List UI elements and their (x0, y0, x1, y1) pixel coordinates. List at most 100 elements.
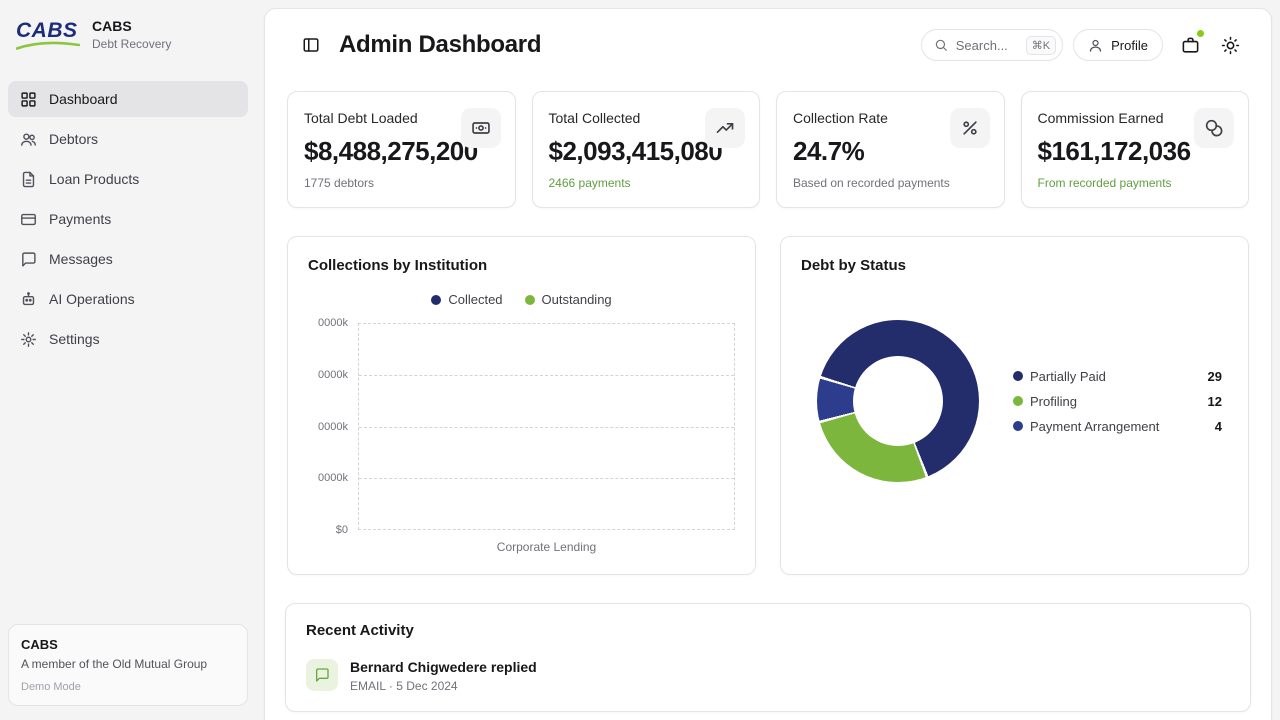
stat-icon-box (705, 108, 745, 148)
bar-chart: 0000k0000k0000k0000k$0 Corporate Lending (308, 323, 735, 554)
sidebar-footer-card: CABS A member of the Old Mutual Group De… (8, 624, 248, 706)
sidebar-item-label: AI Operations (49, 291, 135, 307)
donut-legend: Partially Paid 29 Profiling 12 Payment Arran… (1013, 369, 1222, 434)
charts-row: Collections by Institution Collected Outs… (285, 236, 1251, 575)
sidebar: CABS CABS Debt Recovery Dashboard Debtors… (0, 0, 256, 720)
coins-icon (1204, 118, 1224, 138)
sidebar-item-label: Debtors (49, 131, 98, 147)
y-axis-tick-label: 0000k (318, 472, 348, 484)
percent-icon (960, 118, 980, 138)
footer-description: A member of the Old Mutual Group (21, 657, 235, 673)
stat-card-total-debt-loaded: Total Debt Loaded$8,488,275,2001775 debt… (287, 91, 516, 208)
stat-card-total-collected: Total Collected$2,093,415,0802466 paymen… (532, 91, 761, 208)
sun-icon (1221, 36, 1240, 55)
bar-chart-title: Collections by Institution (308, 257, 735, 274)
bar-chart-plot (358, 323, 735, 530)
donut-legend-label: Profiling (1030, 394, 1077, 409)
sidebar-toggle-button[interactable] (299, 33, 323, 57)
stat-subtext: Based on recorded payments (793, 175, 988, 191)
topbar-actions: Search... ⌘K Profile (921, 28, 1247, 62)
briefcase-icon (1181, 36, 1200, 55)
sidebar-item-debtors[interactable]: Debtors (8, 121, 248, 157)
stat-card-collection-rate: Collection Rate24.7%Based on recorded pa… (776, 91, 1005, 208)
activity-list: Bernard Chigwedere repliedEMAIL · 5 Dec … (306, 659, 1230, 693)
legend-dot (431, 295, 441, 305)
sidebar-item-label: Settings (49, 331, 100, 347)
gridline (359, 375, 734, 376)
gridline (359, 478, 734, 479)
legend-item-outstanding: Outstanding (525, 292, 612, 307)
stat-subtext: 1775 debtors (304, 175, 499, 191)
sidebar-item-loan-products[interactable]: Loan Products (8, 161, 248, 197)
y-axis: 0000k0000k0000k0000k$0 (308, 323, 358, 530)
user-icon (1088, 38, 1103, 53)
donut-legend-value: 12 (1208, 394, 1222, 409)
sidebar-item-payments[interactable]: Payments (8, 201, 248, 237)
donut-legend-item-payment-arrangement: Payment Arrangement4 (1013, 419, 1222, 434)
legend-dot (1013, 371, 1023, 381)
trending-up-icon (715, 118, 735, 138)
profile-button-label: Profile (1111, 38, 1148, 53)
sidebar-item-label: Dashboard (49, 91, 118, 107)
activity-icon-box (306, 659, 338, 691)
bot-icon (20, 291, 37, 308)
x-axis-category-label: Corporate Lending (358, 540, 735, 554)
stat-icon-box (950, 108, 990, 148)
donut-legend-label: Payment Arrangement (1030, 419, 1159, 434)
gridline (359, 427, 734, 428)
main-panel[interactable]: Admin Dashboard Search... ⌘K Profile Tot… (264, 8, 1272, 720)
recent-activity-title: Recent Activity (306, 622, 1230, 639)
message-square-icon (314, 667, 330, 683)
footer-title: CABS (21, 637, 235, 652)
brand-text: CABS Debt Recovery (92, 18, 171, 51)
sidebar-item-dashboard[interactable]: Dashboard (8, 81, 248, 117)
stat-card-commission-earned: Commission Earned$161,172,036From record… (1021, 91, 1250, 208)
apps-button[interactable] (1173, 28, 1207, 62)
main-area: Admin Dashboard Search... ⌘K Profile Tot… (256, 0, 1280, 720)
collections-chart-card: Collections by Institution Collected Outs… (287, 236, 756, 575)
y-axis-tick-label: $0 (336, 524, 348, 536)
brand-name: CABS (92, 18, 171, 34)
brand-subtitle: Debt Recovery (92, 37, 171, 51)
sidebar-item-messages[interactable]: Messages (8, 241, 248, 277)
sidebar-item-ai-operations[interactable]: AI Operations (8, 281, 248, 317)
search-icon (934, 38, 948, 52)
profile-button[interactable]: Profile (1073, 29, 1163, 61)
donut-legend-label: Partially Paid (1030, 369, 1106, 384)
credit-card-icon (20, 211, 37, 228)
sidebar-item-label: Messages (49, 251, 113, 267)
sidebar-nav: Dashboard Debtors Loan Products Payments Mes… (8, 81, 248, 357)
search-input[interactable]: Search... ⌘K (921, 29, 1063, 61)
activity-item[interactable]: Bernard Chigwedere repliedEMAIL · 5 Dec … (306, 659, 1230, 693)
sidebar-item-settings[interactable]: Settings (8, 321, 248, 357)
cabs-logo: CABS (16, 20, 80, 50)
search-shortcut-badge: ⌘K (1026, 36, 1056, 55)
stat-subtext: 2466 payments (549, 175, 744, 191)
brand: CABS CABS Debt Recovery (8, 16, 248, 51)
debt-status-chart-card: Debt by Status Partially Paid 29 Profiling… (780, 236, 1249, 575)
y-axis-tick-label: 0000k (318, 369, 348, 381)
donut-chart (817, 320, 979, 482)
notification-dot (1197, 30, 1204, 37)
plot-column: Corporate Lending (358, 323, 735, 554)
donut-legend-value: 29 (1208, 369, 1222, 384)
theme-toggle-button[interactable] (1213, 28, 1247, 62)
legend-dot (1013, 396, 1023, 406)
donut-chart-title: Debt by Status (801, 257, 1228, 274)
activity-text: Bernard Chigwedere repliedEMAIL · 5 Dec … (350, 659, 537, 693)
page-title: Admin Dashboard (339, 31, 541, 59)
legend-dot (1013, 421, 1023, 431)
message-square-icon (20, 251, 37, 268)
legend-dot (525, 295, 535, 305)
legend-label: Collected (448, 292, 502, 307)
legend-label: Outstanding (542, 292, 612, 307)
donut-chart-wrap: Partially Paid 29 Profiling 12 Payment Arran… (801, 320, 1228, 482)
panel-left-icon (302, 36, 320, 54)
stat-subtext: From recorded payments (1038, 175, 1233, 191)
topbar: Admin Dashboard Search... ⌘K Profile (285, 25, 1251, 65)
recent-activity-card: Recent Activity Bernard Chigwedere repli… (285, 603, 1251, 712)
bar-chart-legend: Collected Outstanding (308, 292, 735, 307)
logo-swoosh-icon (16, 41, 80, 50)
stat-icon-box (1194, 108, 1234, 148)
file-text-icon (20, 171, 37, 188)
